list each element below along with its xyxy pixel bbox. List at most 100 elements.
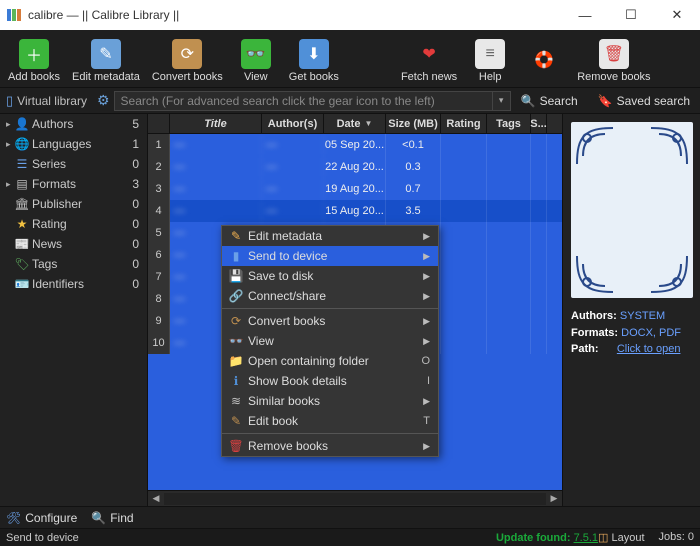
table-row[interactable]: 1——05 Sep 20...<0.1	[148, 134, 562, 156]
toolbar-get-books[interactable]: ⬇Get books	[283, 34, 345, 87]
menu-item-open-containing-folder[interactable]: 📁Open containing folderO	[222, 351, 438, 371]
menu-item-label: Show Book details	[248, 374, 427, 388]
sidebar-item-label: Languages	[32, 137, 132, 151]
sidebar-item-tags[interactable]: 🏷Tags0	[0, 254, 147, 274]
menu-item-label: Connect/share	[248, 289, 423, 303]
cell-series	[531, 134, 547, 156]
authors-value[interactable]: SYSTEM	[620, 310, 665, 322]
chevron-right-icon: ▶	[423, 336, 430, 347]
menu-item-similar-books[interactable]: ≋Similar books▶	[222, 391, 438, 411]
col-title[interactable]: Title	[170, 114, 262, 133]
formats-value[interactable]: DOCX, PDF	[621, 327, 681, 339]
toolbar-add-books[interactable]: ＋Add books	[2, 34, 66, 87]
toolbar-view[interactable]: 👓 View	[229, 34, 283, 87]
table-row[interactable]: 4——15 Aug 20...3.5	[148, 200, 562, 222]
menu-item-remove-books[interactable]: 🗑Remove books▶	[222, 436, 438, 456]
gear-icon[interactable]: ⚙	[93, 92, 114, 109]
add-books-icon: ＋	[19, 39, 49, 69]
minimize-button[interactable]: —	[562, 0, 608, 30]
cell-series	[531, 156, 547, 178]
sidebar-item-label: Series	[32, 157, 132, 171]
col-series[interactable]: S...	[531, 114, 547, 133]
search-bar: ▯ Virtual library ⚙ Search (For advanced…	[0, 88, 700, 114]
toolbar-fetch-news[interactable]: ❤Fetch news	[395, 34, 463, 87]
menu-item-view[interactable]: 👓View▶	[222, 331, 438, 351]
menu-item-label: Open containing folder	[248, 354, 421, 368]
sidebar-item-formats[interactable]: ▸▤Formats3	[0, 174, 147, 194]
menu-item-send-to-device[interactable]: ▮Send to device▶	[222, 246, 438, 266]
toolbar-help[interactable]: ≡Help	[463, 34, 517, 87]
toolbar-donate[interactable]: 🛟	[517, 34, 571, 87]
layout-button[interactable]: ◫ Layout	[598, 531, 645, 544]
sidebar-item-series[interactable]: ☰Series0	[0, 154, 147, 174]
close-button[interactable]: ✕	[654, 0, 700, 30]
jobs-indicator[interactable]: Jobs: 0	[659, 531, 694, 544]
toolbar-convert-books[interactable]: ⟳Convert books	[146, 34, 229, 87]
cell-tags	[487, 134, 531, 156]
col-tags[interactable]: Tags	[487, 114, 531, 133]
sidebar-item-rating[interactable]: ★Rating0	[0, 214, 147, 234]
sidebar-item-label: Rating	[32, 217, 132, 231]
sidebar-item-authors[interactable]: ▸👤Authors5	[0, 114, 147, 134]
table-row[interactable]: 2——22 Aug 20...0.3	[148, 156, 562, 178]
search-dropdown-button[interactable]: ▾	[493, 91, 511, 111]
table-header: Title Author(s) Date Size (MB) Rating Ta…	[148, 114, 562, 134]
table-row[interactable]: 3——19 Aug 20...0.7	[148, 178, 562, 200]
col-rating[interactable]: Rating	[441, 114, 487, 133]
sidebar-item-news[interactable]: 📰News0	[0, 234, 147, 254]
scroll-left-icon[interactable]: ◀	[148, 491, 164, 507]
menu-item-convert-books[interactable]: ⟳Convert books▶	[222, 311, 438, 331]
menu-item-edit-metadata[interactable]: ✎Edit metadata▶	[222, 226, 438, 246]
sidebar-item-count: 5	[132, 117, 139, 131]
path-value[interactable]: Click to open	[617, 343, 681, 355]
scroll-right-icon[interactable]: ▶	[546, 491, 562, 507]
menu-item-connect-share[interactable]: 🔗Connect/share▶	[222, 286, 438, 306]
find-button[interactable]: 🔍 Find	[91, 511, 133, 525]
category-icon: 🌐	[14, 137, 30, 151]
view-icon: 👓	[241, 39, 271, 69]
configure-button[interactable]: 🛠 Configure	[6, 511, 77, 525]
cell-series	[531, 178, 547, 200]
col-size[interactable]: Size (MB)	[386, 114, 441, 133]
cell-date: 05 Sep 20...	[324, 134, 386, 156]
toolbar-label: View	[244, 71, 268, 83]
cell-authors: —	[262, 200, 324, 222]
col-date[interactable]: Date	[324, 114, 386, 133]
menu-item-show-book-details[interactable]: ℹShow Book detailsI	[222, 371, 438, 391]
col-number[interactable]	[148, 114, 170, 133]
formats-key: Formats:	[571, 327, 618, 339]
toolbar-label: Edit metadata	[72, 71, 140, 83]
menu-item-label: Send to device	[248, 249, 423, 263]
cell-tags	[487, 178, 531, 200]
menu-item-label: Save to disk	[248, 269, 423, 283]
app-icon	[6, 7, 22, 23]
cell-rating	[441, 200, 487, 222]
sidebar-item-count: 3	[132, 177, 139, 191]
sidebar-item-label: Tags	[32, 257, 132, 271]
saved-search-button[interactable]: 🔖 Saved search	[588, 94, 700, 108]
menu-item-save-to-disk[interactable]: 💾Save to disk▶	[222, 266, 438, 286]
sidebar-item-label: Publisher	[32, 197, 132, 211]
toolbar-remove-books[interactable]: 🗑Remove books	[571, 34, 656, 87]
category-icon: 📰	[14, 237, 30, 251]
sidebar-item-identifiers[interactable]: 🪪Identifiers0	[0, 274, 147, 294]
sidebar-item-languages[interactable]: ▸🌐Languages1	[0, 134, 147, 154]
cell-tags	[487, 310, 531, 332]
chevron-right-icon: ▶	[423, 316, 430, 327]
search-button[interactable]: 🔍 Search	[511, 94, 588, 108]
update-version[interactable]: 7.5.1	[574, 532, 598, 544]
cell-rating	[441, 288, 487, 310]
toolbar-edit-metadata[interactable]: ✎Edit metadata	[66, 34, 146, 87]
maximize-button[interactable]: ☐	[608, 0, 654, 30]
sidebar-item-publisher[interactable]: 🏛Publisher0	[0, 194, 147, 214]
menu-item-edit-book[interactable]: ✎Edit bookT	[222, 411, 438, 431]
col-authors[interactable]: Author(s)	[262, 114, 324, 133]
search-input[interactable]: Search (For advanced search click the ge…	[114, 91, 493, 111]
expand-icon: ▸	[6, 139, 14, 150]
virtual-library-button[interactable]: ▯ Virtual library	[0, 93, 93, 109]
cell-authors: —	[262, 134, 324, 156]
menu-item-icon: ⟳	[226, 314, 246, 328]
horizontal-scrollbar[interactable]: ◀ ▶	[148, 490, 562, 506]
cell-size: 0.3	[386, 156, 441, 178]
bookmark-icon: 🔖	[598, 94, 613, 108]
